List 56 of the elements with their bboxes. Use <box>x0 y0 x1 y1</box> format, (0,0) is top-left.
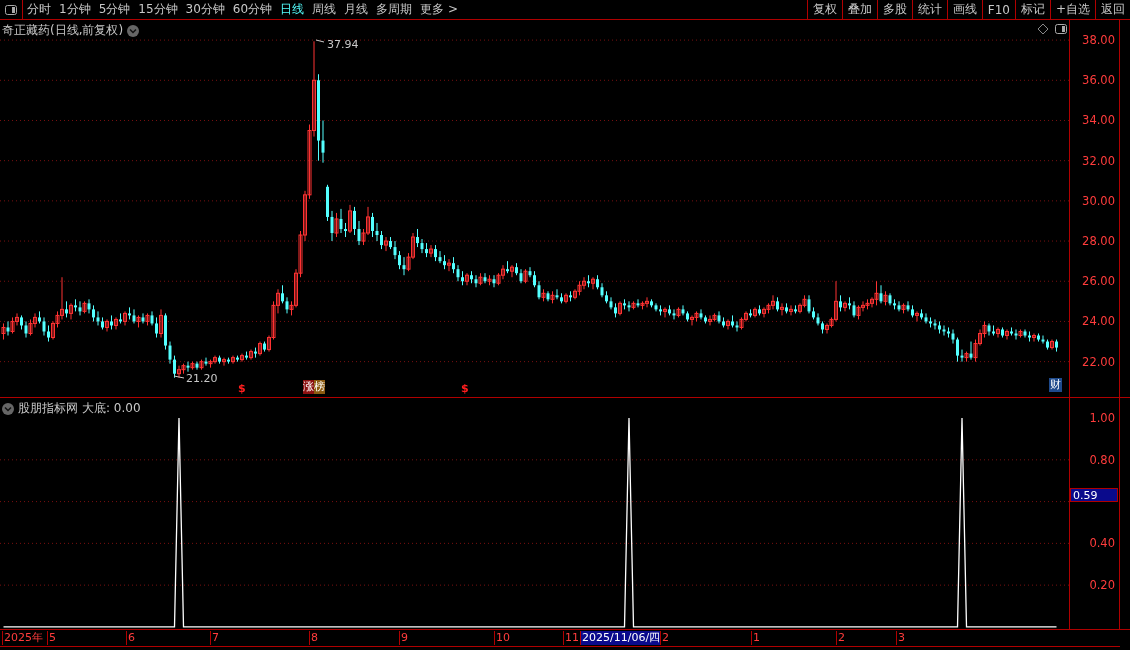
chart-title: 奇正藏药(日线,前复权) <box>2 22 124 39</box>
axis-label: 0.20 <box>1089 578 1115 593</box>
period-tab[interactable]: 15分钟 <box>134 0 182 19</box>
toolbar-button[interactable]: +自选 <box>1049 0 1095 19</box>
period-tab[interactable]: 分时 <box>23 0 55 19</box>
axis-label: 38.00 <box>1082 33 1115 48</box>
axis-label: 0.80 <box>1089 452 1115 467</box>
toolbar-button[interactable]: F10 <box>981 0 1015 19</box>
date-label: 5 <box>47 631 56 645</box>
toolbar-button[interactable]: 叠加 <box>841 0 877 19</box>
period-tab[interactable]: 60分钟 <box>228 0 277 19</box>
cursor-value-label: 0.59 <box>1070 488 1118 502</box>
date-label: 7 <box>210 631 219 645</box>
toolbar-button[interactable]: 画线 <box>946 0 982 19</box>
date-label: 9 <box>399 631 408 645</box>
toolbar-button[interactable]: 返回 <box>1095 0 1130 19</box>
period-tab[interactable]: 更多 > <box>416 0 462 19</box>
axis-label: 32.00 <box>1082 153 1115 168</box>
low-price-label: 21.20 <box>186 372 218 385</box>
high-price-label: 37.94 <box>327 38 359 51</box>
date-label: 10 <box>494 631 510 645</box>
finance-badge[interactable]: 财 <box>1049 378 1062 392</box>
cursor-date-label: 2025/11/06/四 <box>580 631 661 645</box>
axis-label: 34.00 <box>1082 113 1115 128</box>
signal-marker[interactable]: $ <box>461 382 469 396</box>
axis-label: 0.40 <box>1089 536 1115 551</box>
period-tab[interactable]: 日线 <box>276 0 309 19</box>
toolbar-button[interactable]: 多股 <box>876 0 912 19</box>
period-tab[interactable]: 多周期 <box>372 0 417 19</box>
date-label: 6 <box>126 631 135 645</box>
period-tab[interactable]: 30分钟 <box>181 0 229 19</box>
toolbar-button[interactable]: 标记 <box>1014 0 1050 19</box>
axis-label: 28.00 <box>1082 234 1115 249</box>
axis-label: 22.00 <box>1082 354 1115 369</box>
axis-label: 30.00 <box>1082 193 1115 208</box>
date-label: 2 <box>836 631 845 645</box>
axis-label: 24.00 <box>1082 314 1115 329</box>
toolbar-button[interactable]: 统计 <box>911 0 947 19</box>
date-label: 2 <box>660 631 669 645</box>
signal-marker[interactable]: $ <box>238 382 246 396</box>
period-tab[interactable]: 周线 <box>308 0 341 19</box>
period-tab[interactable]: 1分钟 <box>55 0 95 19</box>
period-tab[interactable]: 5分钟 <box>94 0 135 19</box>
date-label: 1 <box>751 631 760 645</box>
period-tab[interactable]: 月线 <box>340 0 373 19</box>
date-label: 11 <box>563 631 579 645</box>
toolbar-button[interactable]: 复权 <box>806 0 842 19</box>
date-label: 3 <box>896 631 905 645</box>
axis-label: 36.00 <box>1082 73 1115 88</box>
axis-label: 1.00 <box>1089 411 1115 426</box>
axis-label: 26.00 <box>1082 274 1115 289</box>
indicator-reading: 大底: 0.00 <box>82 400 141 417</box>
date-label: 8 <box>309 631 318 645</box>
limit-up-badge[interactable]: 涨榜 <box>303 380 325 394</box>
date-label: 2025年 <box>2 631 43 645</box>
indicator-title: 股朋指标网 <box>18 400 78 417</box>
